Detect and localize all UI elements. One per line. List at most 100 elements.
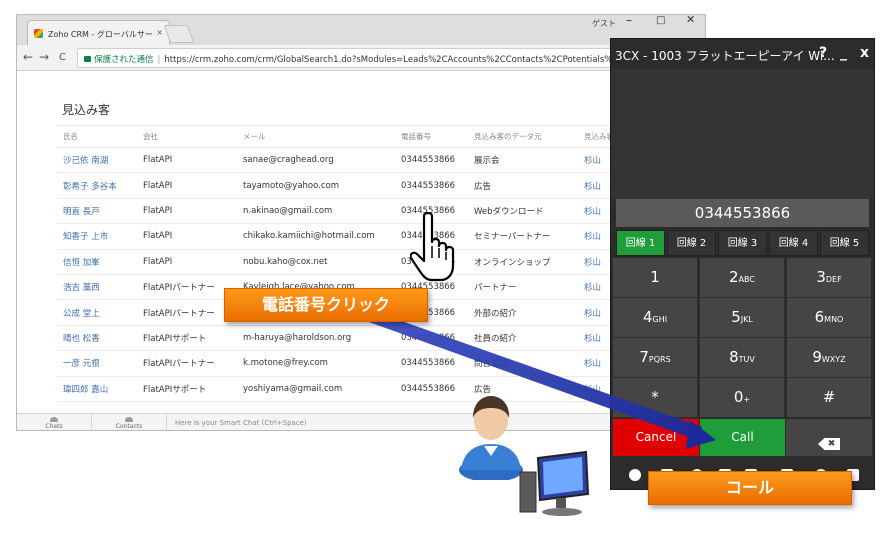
lead-name-link[interactable]: 一彦 元根 bbox=[57, 350, 137, 377]
line-button-1[interactable]: 回線 1 bbox=[616, 230, 665, 256]
column-header[interactable]: 電話番号 bbox=[395, 125, 468, 148]
phone-title-bar: 3CX - 1003 フラットエーピーアイ Wi... bbox=[611, 39, 874, 69]
lead-source-cell: 外部の紹介 bbox=[468, 299, 578, 326]
table-row[interactable]: 彰希子 多谷本 FlatAPI tayamoto@yahoo.com 03445538… bbox=[57, 172, 705, 199]
favicon-icon bbox=[34, 29, 43, 38]
line-button-2[interactable]: 回線 2 bbox=[667, 230, 716, 256]
lead-name-link[interactable]: 信恒 加峯 bbox=[57, 249, 137, 275]
lead-name-link[interactable]: 明直 長戸 bbox=[57, 198, 137, 225]
table-row[interactable]: 一彦 元根 FlatAPIパートナー k.motone@frey.com 034455… bbox=[57, 350, 705, 377]
chat-bubble-icon bbox=[50, 417, 58, 422]
lead-name-link[interactable]: 瑋四郎 嘉山 bbox=[57, 376, 137, 402]
keypad-key[interactable]: 4GHI bbox=[613, 298, 697, 337]
computer-icon bbox=[519, 450, 590, 516]
column-header[interactable]: 見込み客のデータ元 bbox=[468, 125, 578, 148]
company-cell: FlatAPIパートナー bbox=[137, 350, 237, 377]
keypad-key[interactable]: 2ABC bbox=[700, 258, 784, 297]
column-header[interactable]: 氏名 bbox=[57, 125, 137, 148]
lead-name-link[interactable]: 沙己依 南湖 bbox=[57, 147, 137, 174]
key-digit: 5 bbox=[731, 308, 741, 326]
phone-number-link[interactable]: 0344553866 bbox=[395, 147, 468, 174]
smart-chat-input[interactable]: Here is your Smart Chat (Ctrl+Space) bbox=[175, 419, 307, 427]
reload-icon[interactable]: C bbox=[59, 52, 66, 63]
lead-name-link[interactable]: 知香子 上市 bbox=[57, 223, 137, 250]
contacts-label: Contacts bbox=[115, 423, 143, 430]
keypad-key[interactable]: 1 bbox=[613, 258, 697, 297]
window-maximize-button[interactable]: □ bbox=[656, 15, 665, 26]
call-button[interactable]: Call bbox=[700, 419, 785, 456]
guest-label: ゲスト bbox=[592, 19, 616, 28]
lead-source-cell: セミナーパートナー bbox=[468, 223, 578, 250]
table-row[interactable]: 沙己依 南湖 FlatAPI sanae@craghead.org 034455386… bbox=[57, 147, 705, 174]
window-close-button[interactable]: ✕ bbox=[686, 13, 695, 26]
table-row[interactable]: 知香子 上市 FlatAPI chikako.kamiichi@hotmail.co… bbox=[57, 223, 705, 250]
key-letters: PQRS bbox=[648, 355, 671, 364]
table-row[interactable]: 晴也 松香 FlatAPIサポート m-haruya@haroldson.org 03… bbox=[57, 325, 705, 352]
contacts-person-icon[interactable] bbox=[629, 469, 641, 481]
email-cell: tayamoto@yahoo.com bbox=[237, 172, 395, 199]
contacts-icon bbox=[125, 417, 133, 422]
lead-name-link[interactable]: 公成 堂上 bbox=[57, 299, 137, 326]
line-button-4[interactable]: 回線 4 bbox=[769, 230, 818, 256]
line-button-3[interactable]: 回線 3 bbox=[718, 230, 767, 256]
url-text: https://crm.zoho.com/crm/GlobalSearch1.d… bbox=[164, 55, 656, 65]
table-row[interactable]: 明直 長戸 FlatAPI n.akinao@gmail.com 0344553866… bbox=[57, 198, 705, 225]
table-header-row: 氏名 会社 メール 電話番号 見込み客のデータ元 見込み客 bbox=[57, 125, 705, 148]
key-letters: MNO bbox=[824, 315, 844, 324]
company-cell: FlatAPIパートナー bbox=[137, 299, 237, 326]
keypad-key[interactable]: 7PQRS bbox=[613, 338, 697, 377]
table-row[interactable]: 瑋四郎 嘉山 FlatAPIサポート yoshiyama@gmail.com 0344… bbox=[57, 376, 705, 402]
close-tab-icon[interactable]: × bbox=[156, 28, 163, 37]
company-cell: FlatAPIサポート bbox=[137, 325, 237, 352]
hand-cursor-icon bbox=[410, 212, 455, 282]
contacts-button[interactable]: Contacts bbox=[92, 414, 167, 430]
new-tab-button[interactable] bbox=[163, 25, 195, 43]
help-button[interactable]: ? bbox=[819, 45, 827, 61]
key-digit: 0 bbox=[733, 388, 744, 406]
keypad-key[interactable]: 5JKL bbox=[700, 298, 784, 337]
dial-number-display[interactable]: 0344553866 bbox=[616, 199, 869, 227]
email-cell: n.akinao@gmail.com bbox=[237, 198, 395, 225]
table-row[interactable]: 信恒 加峯FlatAPInobu.kaho@cox.net0344553866オ… bbox=[57, 249, 705, 275]
company-cell: FlatAPI bbox=[137, 172, 237, 199]
window-minimize-button[interactable]: – bbox=[626, 13, 632, 27]
forward-arrow-icon[interactable]: → bbox=[39, 50, 49, 64]
phone-number-link[interactable]: 0344553866 bbox=[395, 350, 468, 377]
company-cell: FlatAPI bbox=[137, 249, 237, 275]
table-body: 沙己依 南湖 FlatAPI sanae@craghead.org 034455386… bbox=[57, 147, 705, 402]
key-digit: 2 bbox=[729, 268, 739, 286]
call-callout: コール bbox=[648, 471, 852, 505]
key-digit: 7 bbox=[639, 348, 649, 366]
lead-name-link[interactable]: 彰希子 多谷本 bbox=[57, 172, 137, 199]
keypad-key[interactable]: 3DEF bbox=[787, 258, 871, 297]
phone-number-link[interactable]: 0344553866 bbox=[395, 325, 468, 352]
browser-tab[interactable]: Zoho CRM - グローバルサー × bbox=[27, 20, 170, 45]
lock-icon bbox=[84, 56, 91, 62]
click-phone-callout: 電話番号クリック bbox=[224, 288, 428, 322]
back-arrow-icon[interactable]: ← bbox=[23, 50, 33, 64]
backspace-button[interactable]: ✖ bbox=[786, 419, 872, 456]
chat-bar: Chats Contacts Here is your Smart Chat (… bbox=[17, 413, 705, 430]
softphone-window: 3CX - 1003 フラットエーピーアイ Wi... ? _ x 034455… bbox=[610, 38, 875, 490]
phone-close-button[interactable]: x bbox=[860, 45, 869, 61]
key-digit: 3 bbox=[816, 268, 826, 286]
key-digit: 1 bbox=[650, 268, 660, 286]
phone-number-link[interactable]: 0344553866 bbox=[395, 172, 468, 199]
keypad-key[interactable]: # bbox=[787, 378, 871, 417]
lead-name-link[interactable]: 晴也 松香 bbox=[57, 325, 137, 352]
keypad-key[interactable]: 6MNO bbox=[787, 298, 871, 337]
chats-button[interactable]: Chats bbox=[17, 414, 92, 430]
column-header[interactable]: 会社 bbox=[137, 125, 237, 148]
cancel-button[interactable]: Cancel bbox=[613, 419, 699, 456]
column-header[interactable]: メール bbox=[237, 125, 395, 148]
keypad-key[interactable]: 9WXYZ bbox=[787, 338, 871, 377]
lead-source-cell: 展示会 bbox=[468, 147, 578, 174]
lead-name-link[interactable]: 浩吉 藁西 bbox=[57, 274, 137, 301]
keypad-key[interactable]: 8TUV bbox=[700, 338, 784, 377]
key-digit: 6 bbox=[814, 308, 825, 326]
keypad-key[interactable]: * bbox=[613, 378, 697, 417]
email-cell: m-haruya@haroldson.org bbox=[237, 325, 395, 352]
keypad-key[interactable]: 0+ bbox=[700, 378, 784, 417]
phone-minimize-button[interactable]: _ bbox=[840, 45, 847, 61]
line-button-5[interactable]: 回線 5 bbox=[820, 230, 869, 256]
